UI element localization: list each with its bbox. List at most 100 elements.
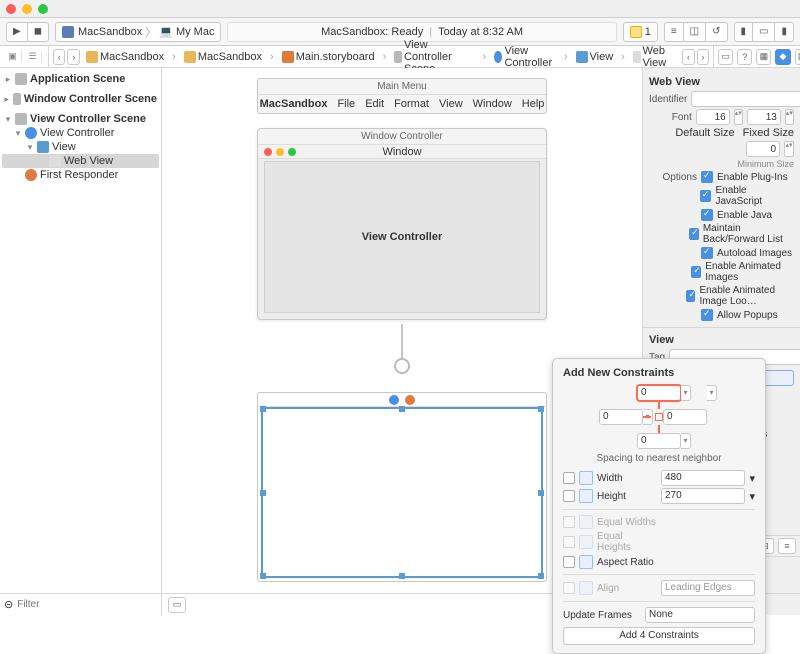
zoom-icon[interactable] [38,4,48,14]
crumb-2[interactable]: Main.storyboard [296,51,375,63]
issues-button[interactable]: 1 [623,22,658,42]
outline-webview[interactable]: Web View [64,155,113,167]
checkbox-js[interactable] [700,190,712,202]
left-spacing-field[interactable]: 0 [599,409,643,425]
vc-icon[interactable] [389,395,399,405]
stepper-icon[interactable]: ▴▾ [734,109,743,125]
height-checkbox[interactable] [563,490,575,502]
related-prev-button[interactable]: ‹ [682,49,694,65]
right-spacing-field[interactable]: 0 [663,409,707,425]
crumb-6[interactable]: Web View [643,45,675,69]
top-spacing-field[interactable]: 0 [637,385,681,401]
canvas-main-menu[interactable]: Main Menu MacSandbox File Edit Format Vi… [257,78,547,114]
bottom-spacing-field[interactable]: 0 [637,433,681,449]
canvas-window-controller[interactable]: Window Controller Window View Controller [257,128,547,320]
resize-handle[interactable] [538,406,544,412]
width-field[interactable]: 480 [661,470,745,486]
nav-tab-source[interactable]: ☰ [24,51,42,62]
outline-toggle-button[interactable]: ▭ [168,597,186,613]
outline-view[interactable]: View [52,141,76,153]
help-inspector-tab[interactable]: ? [737,49,752,65]
scheme-name: MacSandbox [78,26,142,38]
equal-widths-checkbox [563,516,575,528]
checkbox-plugins[interactable] [701,171,713,183]
identifier-field[interactable] [691,91,800,107]
first-responder-dock-icon[interactable] [405,395,415,405]
opt-plugins: Enable Plug-Ins [717,172,788,183]
stop-button[interactable]: ◼ [27,22,49,42]
height-menu[interactable]: ▾ [749,490,755,503]
crumb-1[interactable]: MacSandbox [198,51,262,63]
segue-icon[interactable] [394,358,410,374]
resize-handle[interactable] [399,573,405,579]
aspect-checkbox[interactable] [563,556,575,568]
width-checkbox[interactable] [563,472,575,484]
outline-tree[interactable]: ▸Application Scene ▸Window Controller Sc… [0,68,161,593]
resize-handle[interactable] [399,406,405,412]
resize-handle[interactable] [538,573,544,579]
height-label: Height [597,491,657,502]
left-panel-button[interactable]: ▮ [734,22,753,42]
resize-handle[interactable] [260,573,266,579]
outline-app-scene[interactable]: Application Scene [30,73,125,85]
right-spacing-menu[interactable]: ▾ [707,385,717,401]
crumb-4[interactable]: View Controller [504,45,555,69]
font-fixed-size[interactable] [747,109,781,125]
width-menu[interactable]: ▾ [749,472,755,485]
outline-first-responder[interactable]: First Responder [40,169,118,181]
jump-bar[interactable]: ‹ › MacSandbox MacSandbox Main.storyboar… [49,46,713,68]
outline-view-controller[interactable]: View Controller [40,127,114,139]
filter-input[interactable] [17,599,157,610]
resize-handle[interactable] [538,490,544,496]
minimize-icon[interactable] [22,4,32,14]
stepper-icon[interactable]: ▴▾ [785,109,794,125]
menu-format[interactable]: Format [394,98,429,110]
stepper-icon[interactable]: ▴▾ [784,141,794,157]
height-field[interactable]: 270 [661,488,745,504]
size-inspector-tab[interactable]: ▤ [795,49,800,65]
checkbox-popups[interactable] [701,309,713,321]
top-spacing-menu[interactable]: ▾ [681,385,691,401]
outline-vc-scene[interactable]: View Controller Scene [30,113,146,125]
run-button[interactable]: ▶ [6,22,27,42]
forward-button[interactable]: › [67,49,79,65]
menu-app[interactable]: MacSandbox [260,98,328,110]
menu-help[interactable]: Help [522,98,545,110]
checkbox-backforward[interactable] [689,228,699,240]
resize-handle[interactable] [260,490,266,496]
update-frames-select[interactable]: None [645,607,755,623]
close-icon[interactable] [6,4,16,14]
menu-edit[interactable]: Edit [365,98,384,110]
canvas-view-controller[interactable] [257,392,547,582]
menu-file[interactable]: File [337,98,355,110]
add-constraints-button[interactable]: Add 4 Constraints [563,627,755,645]
lib-list-button[interactable]: ≡ [778,538,796,554]
assistant-editor-button[interactable]: ◫ [683,22,705,42]
menu-view[interactable]: View [439,98,463,110]
menu-window[interactable]: Window [473,98,512,110]
resize-handle[interactable] [260,406,266,412]
min-size-field[interactable] [746,141,780,157]
checkbox-anim[interactable] [691,266,701,278]
related-next-button[interactable]: › [697,49,709,65]
checkbox-animloop[interactable] [686,290,695,302]
crumb-0[interactable]: MacSandbox [100,51,164,63]
scheme-selector[interactable]: MacSandbox 〉 💻 My Mac [55,22,221,42]
nav-tab-project[interactable]: ▣ [4,51,22,62]
equal-heights-label: Equal Heights [597,531,657,553]
bottom-spacing-menu[interactable]: ▾ [681,433,691,449]
right-panel-button[interactable]: ▮ [774,22,794,42]
back-button[interactable]: ‹ [53,49,65,65]
font-default-size[interactable] [696,109,730,125]
version-editor-button[interactable]: ↺ [705,22,727,42]
checkbox-autoload[interactable] [701,247,713,259]
crumb-5[interactable]: View [590,51,614,63]
bottom-panel-button[interactable]: ▭ [752,22,774,42]
selected-webview[interactable] [261,407,543,578]
identity-inspector-tab[interactable]: ▦ [756,49,771,65]
standard-editor-button[interactable]: ≡ [664,22,683,42]
checkbox-java[interactable] [701,209,713,221]
file-inspector-tab[interactable]: ▭ [718,49,733,65]
attributes-inspector-tab[interactable]: ◆ [775,49,790,65]
outline-window-scene[interactable]: Window Controller Scene [24,93,157,105]
